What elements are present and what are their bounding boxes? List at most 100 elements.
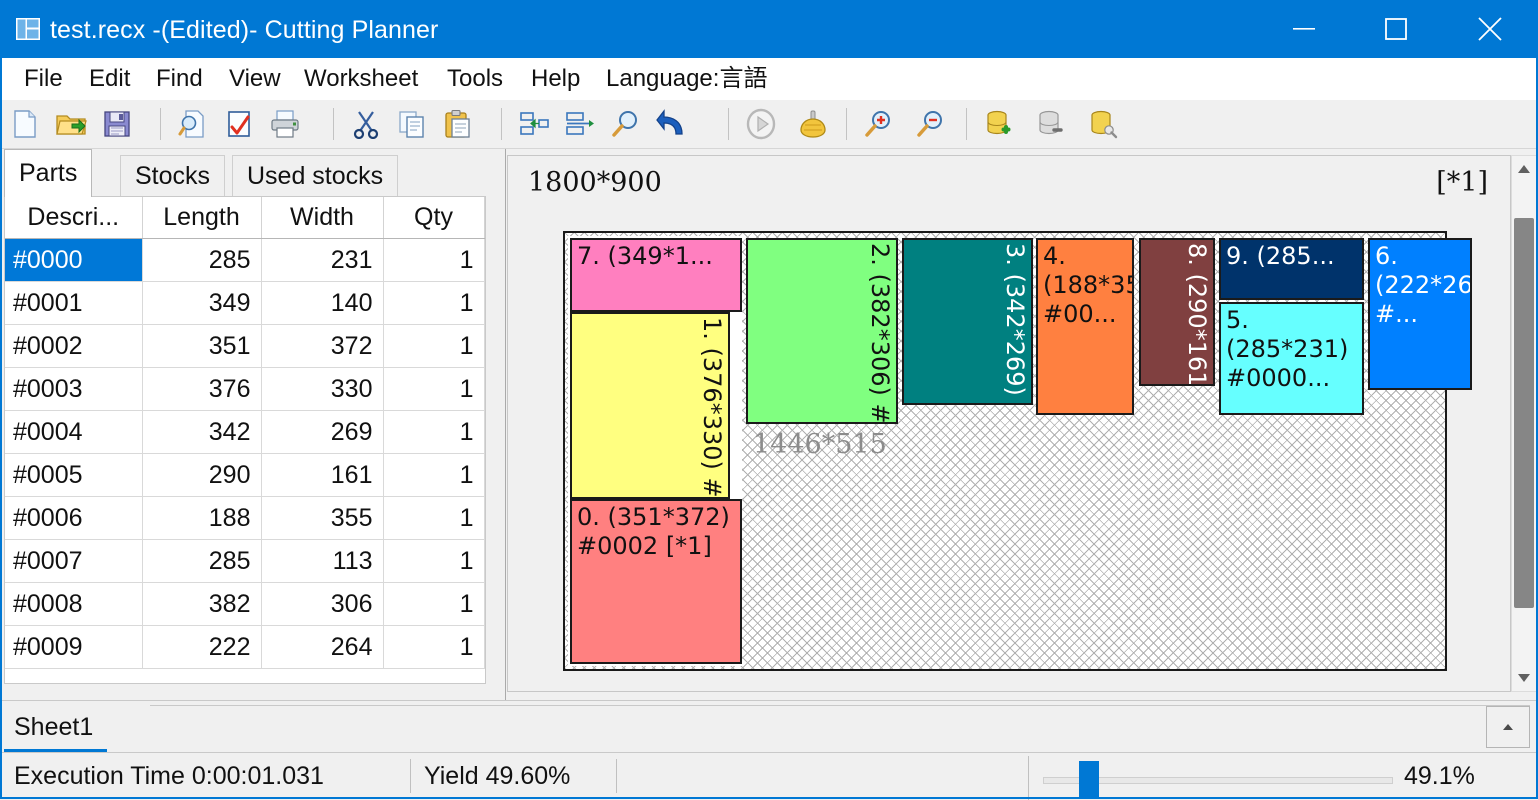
table-row[interactable]: #0003 376 330 1 [5, 367, 485, 411]
menu-worksheet[interactable]: Worksheet [294, 58, 428, 100]
placed-part-6[interactable]: 6. (222*264) #... [1368, 238, 1472, 390]
cell-length: 342 [142, 410, 262, 454]
table-row[interactable]: #0004 342 269 1 [5, 410, 485, 454]
menu-view[interactable]: View [219, 58, 291, 100]
cell-length: 382 [142, 582, 262, 626]
cell-desc: #0001 [5, 281, 143, 325]
toolbar-separator [966, 108, 967, 140]
zoom-out-icon [917, 111, 942, 137]
app-window-icon [16, 18, 40, 40]
placed-part-9[interactable]: 9. (285... [1219, 238, 1364, 300]
menu-tools[interactable]: Tools [437, 58, 513, 100]
close-button[interactable] [1442, 0, 1538, 58]
toolbar-separator [728, 108, 729, 140]
cell-length: 222 [142, 625, 262, 669]
cell-qty: 1 [383, 625, 485, 669]
part-label: 3. (342*269) #0004 [*1] [1001, 243, 1029, 405]
print-button[interactable] [264, 103, 306, 145]
new-file-button[interactable] [4, 103, 46, 145]
placed-part-8[interactable]: 8. (290*161) #00... [1139, 238, 1215, 386]
cutting-layout-canvas[interactable]: 1800*900 [*1] 1446*515 7. (349*1... 1. (3… [507, 155, 1511, 692]
scroll-up-button[interactable] [1512, 156, 1536, 182]
paste-icon [445, 109, 470, 138]
undo-icon [656, 109, 683, 135]
cell-qty: 1 [383, 410, 485, 454]
chevron-down-icon [1518, 674, 1530, 682]
remove-stock-button[interactable] [1030, 103, 1072, 145]
cell-width: 161 [261, 453, 384, 497]
scroll-down-button[interactable] [1512, 665, 1536, 691]
column-header-qty[interactable]: Qty [383, 197, 485, 239]
minimize-button[interactable] [1258, 0, 1350, 58]
table-row[interactable]: #0007 285 113 1 [5, 539, 485, 583]
zoom-out-button[interactable] [910, 103, 952, 145]
placed-part-2[interactable]: 2. (382*306) #0008 [*1] [746, 238, 898, 424]
menu-help[interactable]: Help [521, 58, 590, 100]
find-zoom-button[interactable] [605, 103, 647, 145]
cell-qty: 1 [383, 582, 485, 626]
zoom-percent-label: 49.1% [1404, 762, 1475, 790]
status-separator [410, 759, 411, 793]
placed-part-1[interactable]: 1. (376*330) #0003 [*1] [570, 312, 730, 499]
column-header-length[interactable]: Length [142, 197, 262, 239]
copy-button[interactable] [391, 103, 433, 145]
cell-width: 264 [261, 625, 384, 669]
table-row[interactable]: #0002 351 372 1 [5, 324, 485, 368]
zoom-search-icon [612, 111, 637, 137]
settings-button[interactable] [792, 103, 834, 145]
tab-stocks[interactable]: Stocks [120, 155, 226, 197]
add-stock-button[interactable] [978, 103, 1020, 145]
align-right-button[interactable] [559, 103, 601, 145]
run-button[interactable] [740, 103, 782, 145]
open-folder-icon [56, 115, 87, 135]
sheet-tab-slant [140, 705, 166, 749]
tab-parts[interactable]: Parts [4, 149, 93, 197]
menu-file[interactable]: File [14, 58, 73, 100]
align-left-button[interactable] [513, 103, 555, 145]
table-row[interactable]: #0006 188 355 1 [5, 496, 485, 540]
menu-language[interactable]: Language:言語 [596, 58, 777, 100]
paste-button[interactable] [437, 103, 479, 145]
zoom-in-button[interactable] [858, 103, 900, 145]
menu-edit[interactable]: Edit [79, 58, 140, 100]
canvas-vertical-scrollbar[interactable] [1511, 155, 1537, 692]
column-header-width[interactable]: Width [261, 197, 384, 239]
part-label: 9. (285... [1226, 242, 1335, 270]
zoom-slider-thumb[interactable] [1078, 761, 1099, 799]
placed-part-3[interactable]: 3. (342*269) #0004 [*1] [902, 238, 1033, 405]
cell-desc: #0005 [5, 453, 143, 497]
column-header-description[interactable]: Descri... [5, 197, 143, 239]
scrollbar-thumb[interactable] [1514, 218, 1534, 608]
table-row[interactable]: #0001 349 140 1 [5, 281, 485, 325]
maximize-button[interactable] [1350, 0, 1442, 58]
check-document-button[interactable] [218, 103, 260, 145]
cell-desc: #0008 [5, 582, 143, 626]
placed-part-0[interactable]: 0. (351*372) #0002 [*1] [570, 499, 742, 664]
undo-button[interactable] [651, 103, 693, 145]
table-row[interactable]: #0008 382 306 1 [5, 582, 485, 626]
edit-stock-button[interactable] [1082, 103, 1124, 145]
part-label: 7. (349*1... [577, 242, 713, 270]
cut-button[interactable] [345, 103, 387, 145]
sheet-tab-divider [150, 705, 1530, 706]
cell-length: 285 [142, 238, 262, 282]
parts-table-container[interactable]: Descri... Length Width Qty #0000 285 231 1 #… [4, 196, 486, 684]
table-row[interactable]: #0009 222 264 1 [5, 625, 485, 669]
placed-part-4[interactable]: 4. (188*355) #00... [1036, 238, 1134, 415]
menu-find[interactable]: Find [146, 58, 213, 100]
save-button[interactable] [96, 103, 138, 145]
placed-part-7[interactable]: 7. (349*1... [570, 238, 742, 312]
part-label: 6. (222*264) #... [1375, 242, 1472, 328]
print-preview-button[interactable] [172, 103, 214, 145]
remove-stock-icon [1039, 110, 1063, 135]
open-file-button[interactable] [50, 103, 92, 145]
table-row[interactable]: #0005 290 161 1 [5, 453, 485, 497]
cell-qty: 1 [383, 281, 485, 325]
cell-qty: 1 [383, 367, 485, 411]
sheet-tab-sheet1[interactable]: Sheet1 [4, 705, 108, 752]
table-row[interactable]: #0000 285 231 1 [5, 238, 485, 282]
sheet-spinner-button[interactable] [1486, 706, 1530, 748]
placed-part-5[interactable]: 5. (285*231) #0000... [1219, 302, 1364, 415]
parts-table: Descri... Length Width Qty #0000 285 231 1 #… [5, 197, 485, 669]
tab-used-stocks[interactable]: Used stocks [232, 155, 399, 197]
